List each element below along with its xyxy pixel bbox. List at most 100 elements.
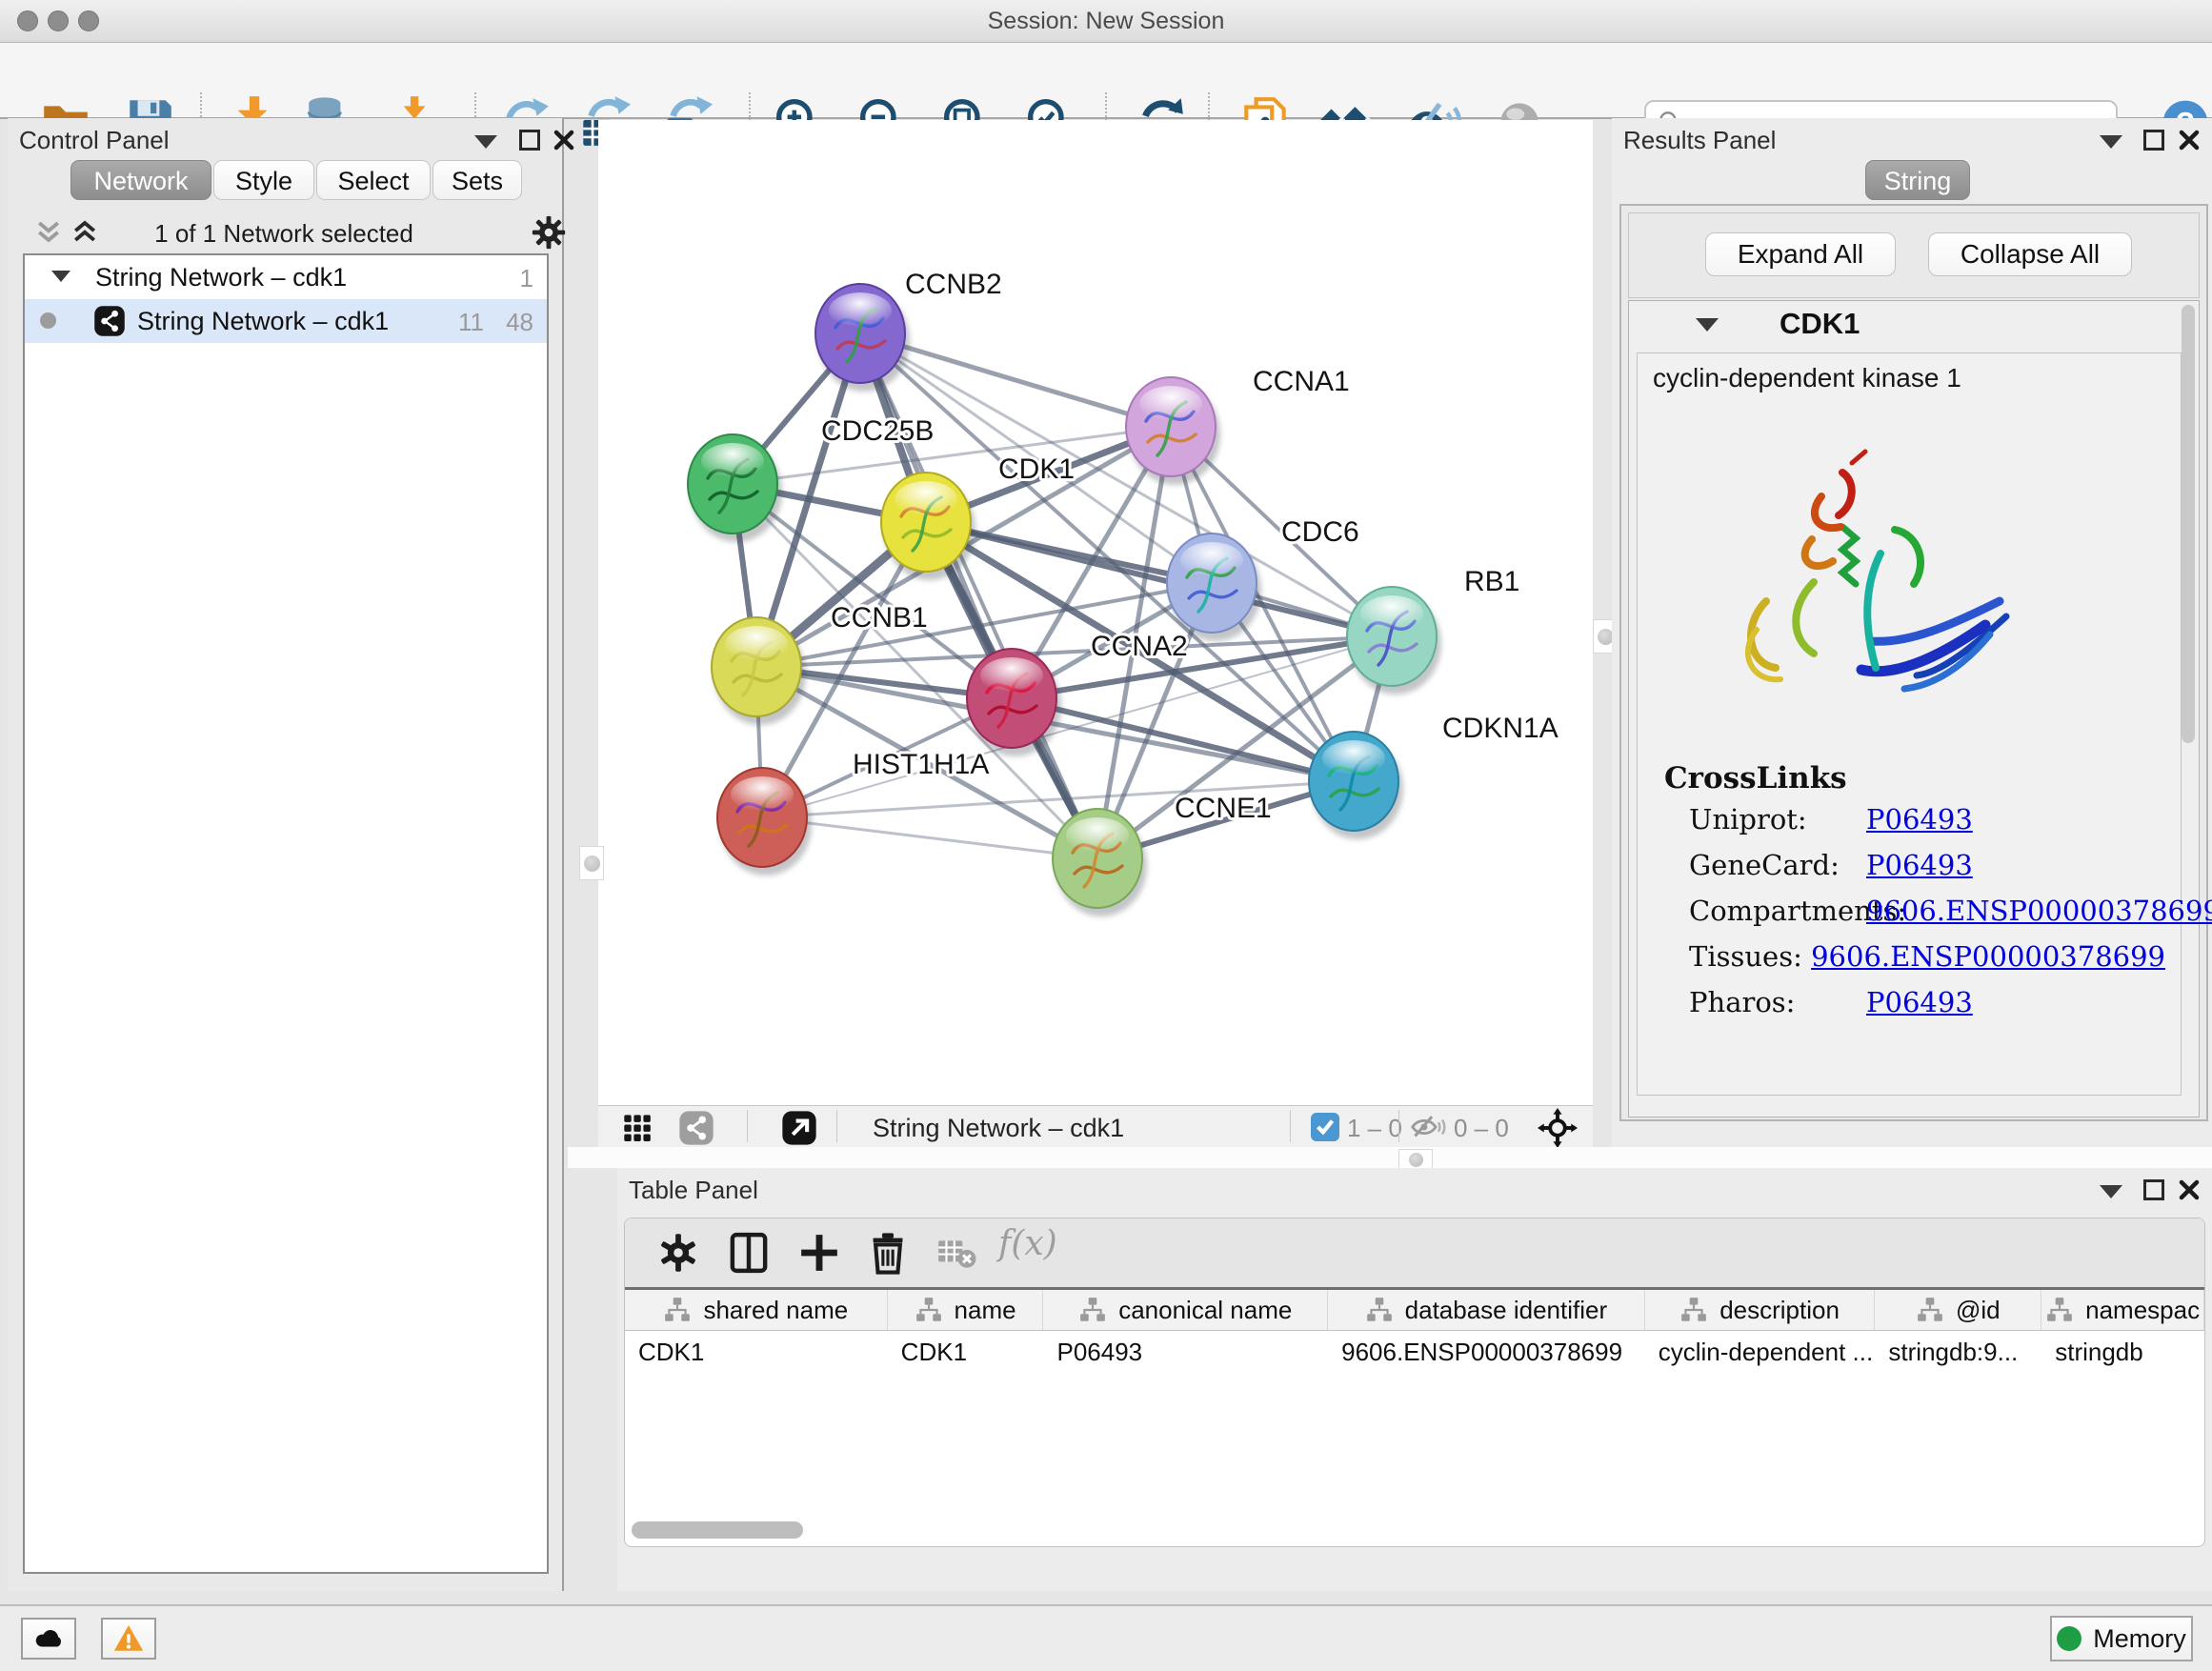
collapse-entry-icon[interactable] — [1696, 318, 1719, 332]
table-cell[interactable]: CDK1 — [888, 1331, 1044, 1373]
crosslinks-title: CrossLinks — [1664, 761, 1847, 795]
cloud-status-button[interactable] — [21, 1618, 76, 1660]
node-label-HIST1H1A: HIST1H1A — [853, 749, 989, 780]
selected-count-checkbox[interactable] — [1311, 1113, 1339, 1141]
node-label-CCNA1: CCNA1 — [1253, 366, 1350, 397]
panel-close-icon[interactable] — [2178, 1178, 2201, 1201]
panel-menu-icon[interactable] — [2100, 1185, 2122, 1198]
toolbar-separator — [747, 1110, 748, 1142]
collapse-all-networks-icon[interactable] — [34, 219, 63, 244]
network-dot-icon — [40, 312, 56, 329]
tab-sets[interactable]: Sets — [432, 160, 522, 200]
panel-close-icon[interactable] — [553, 129, 575, 151]
show-columns-icon[interactable] — [726, 1230, 772, 1276]
crosslink-value-link[interactable]: 9606.ENSP00000378699 — [1811, 940, 2165, 973]
table-panel: Table Panel f(x) — [617, 1168, 2212, 1591]
expand-all-button[interactable]: Expand All — [1705, 232, 1896, 276]
tree-expand-icon[interactable] — [51, 271, 70, 282]
results-actions-box: Expand All Collapse All — [1628, 212, 2200, 298]
left-splitter-handle[interactable] — [579, 846, 604, 880]
window-title: Session: New Session — [0, 0, 2212, 42]
close-window-icon[interactable] — [17, 10, 38, 31]
column-header--id[interactable]: @id — [1875, 1290, 2041, 1330]
network-options-gear-icon[interactable] — [530, 213, 568, 252]
horizontal-splitter[interactable] — [568, 1147, 2212, 1168]
panel-menu-icon[interactable] — [474, 135, 497, 149]
panel-close-icon[interactable] — [2178, 129, 2201, 151]
crosslink-value-link[interactable]: P06493 — [1866, 849, 1973, 881]
table-row[interactable]: CDK1CDK1P064939606.ENSP00000378699cyclin… — [625, 1331, 2204, 1373]
detach-view-icon[interactable] — [781, 1110, 817, 1146]
table-toolbar: f(x) — [625, 1218, 2204, 1287]
function-builder-icon[interactable]: f(x) — [998, 1224, 1065, 1270]
table-header-row[interactable]: shared namenamecanonical namedatabase id… — [625, 1287, 2204, 1331]
bottom-splitter-handle[interactable] — [1398, 1149, 1433, 1170]
results-panel: Results Panel String Expand All Collapse… — [1612, 118, 2212, 1147]
network-node-CCNB2[interactable] — [815, 284, 910, 392]
column-header-database-identifier[interactable]: database identifier — [1328, 1290, 1645, 1330]
string-results-box: Expand All Collapse All CDK1 cyclin-depe… — [1619, 204, 2208, 1121]
memory-button[interactable]: Memory — [2050, 1616, 2193, 1661]
memory-status-dot — [2057, 1626, 2081, 1651]
toolbar-separator — [836, 1110, 837, 1142]
node-label-RB1: RB1 — [1464, 566, 1519, 597]
crosslink-value-link[interactable]: P06493 — [1866, 803, 1973, 836]
hidden-eye-icon[interactable] — [1410, 1114, 1446, 1140]
table-cell[interactable]: 9606.ENSP00000378699 — [1328, 1331, 1645, 1373]
column-header-name[interactable]: name — [888, 1290, 1044, 1330]
table-cell[interactable]: stringdb — [2041, 1331, 2204, 1373]
tab-style[interactable]: Style — [213, 160, 314, 200]
crosslink-value-link[interactable]: 9606.ENSP00000378699 — [1866, 895, 2212, 927]
node-label-CDC25B: CDC25B — [821, 415, 934, 447]
expand-all-networks-icon[interactable] — [70, 219, 99, 244]
node-label-CDKN1A: CDKN1A — [1442, 713, 1558, 744]
panel-menu-icon[interactable] — [2100, 135, 2122, 149]
network-node-CCNE1[interactable] — [1053, 809, 1147, 916]
crosslinks-list: Uniprot:P06493GeneCard:P06493Compartment… — [1689, 803, 2165, 1032]
network-node-CDK1[interactable] — [881, 473, 975, 580]
delete-column-icon[interactable] — [865, 1230, 911, 1276]
table-cell[interactable]: stringdb:9... — [1875, 1331, 2041, 1373]
tab-string[interactable]: String — [1865, 160, 1970, 200]
main-toolbar: ? — [0, 43, 2212, 119]
column-header-shared-name[interactable]: shared name — [625, 1290, 888, 1330]
network-tree-root-row[interactable]: String Network – cdk1 1 — [25, 255, 547, 299]
network-canvas[interactable]: CCNB2CCNA1CDC25BCDK1CDC6RB1CCNB1CCNA2CDK… — [598, 120, 1593, 1105]
crosslink-value-link[interactable]: P06493 — [1866, 986, 1973, 1018]
minimize-window-icon[interactable] — [48, 10, 69, 31]
network-node-HIST1H1A[interactable] — [717, 768, 812, 876]
network-node-CCNA1[interactable] — [1126, 377, 1220, 485]
create-column-icon[interactable] — [796, 1230, 842, 1276]
zoom-window-icon[interactable] — [78, 10, 99, 31]
table-options-gear-icon[interactable] — [655, 1230, 701, 1276]
network-node-RB1[interactable] — [1347, 587, 1441, 695]
delete-table-icon[interactable] — [935, 1230, 977, 1276]
column-header-canonical-name[interactable]: canonical name — [1043, 1290, 1328, 1330]
crosslink-row: Tissues:9606.ENSP00000378699 — [1689, 940, 2165, 973]
warnings-button[interactable] — [101, 1618, 156, 1660]
results-scrollbar[interactable] — [2182, 305, 2195, 743]
birds-eye-view-icon[interactable] — [621, 1112, 654, 1142]
collapse-all-button[interactable]: Collapse All — [1928, 232, 2132, 276]
string-badge-icon[interactable] — [678, 1110, 714, 1146]
column-header-namespac[interactable]: namespac — [2041, 1290, 2204, 1330]
table-cell[interactable]: CDK1 — [625, 1331, 888, 1373]
network-node-CDC25B[interactable] — [688, 434, 782, 542]
results-panel-title: Results Panel — [1623, 126, 1776, 155]
panel-float-icon[interactable] — [2143, 130, 2164, 151]
tab-select[interactable]: Select — [316, 160, 431, 200]
table-cell[interactable]: cyclin-dependent ... — [1645, 1331, 1876, 1373]
table-cell[interactable]: P06493 — [1043, 1331, 1328, 1373]
network-node-CDKN1A[interactable] — [1309, 732, 1403, 839]
crosslink-row: Uniprot:P06493 — [1689, 803, 2165, 836]
panel-float-icon[interactable] — [519, 130, 540, 151]
panel-float-icon[interactable] — [2143, 1179, 2164, 1200]
tab-network[interactable]: Network — [70, 160, 211, 200]
crosslink-label: GeneCard: — [1689, 849, 1866, 881]
network-tree-child-row[interactable]: String Network – cdk1 11 48 — [25, 299, 547, 343]
warning-icon — [112, 1622, 145, 1655]
pan-mode-icon[interactable] — [1538, 1108, 1578, 1148]
table-horizontal-scrollbar[interactable] — [632, 1521, 803, 1539]
network-edge-CCNE1-HIST1H1A[interactable] — [762, 817, 1097, 858]
column-header-description[interactable]: description — [1645, 1290, 1876, 1330]
